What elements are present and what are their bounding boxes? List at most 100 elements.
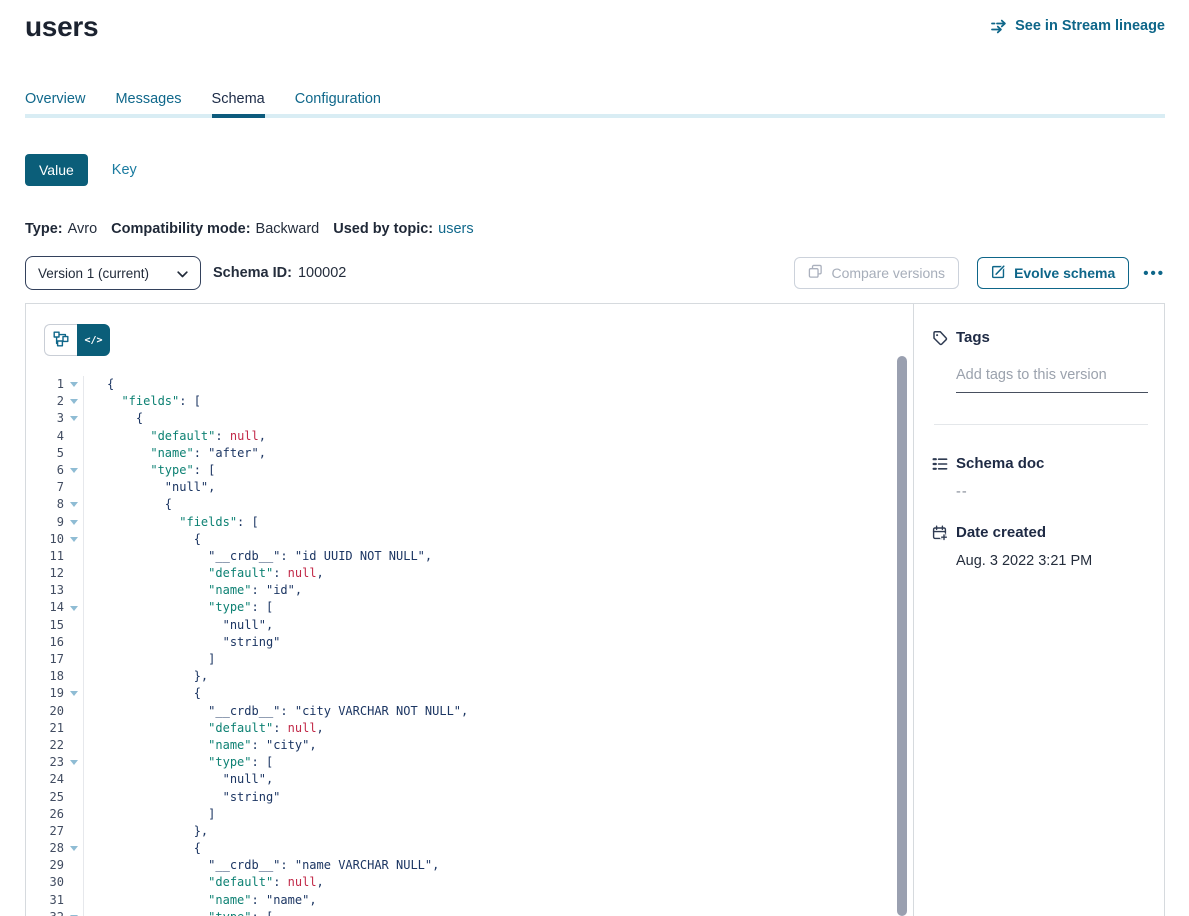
tags-title: Tags	[956, 329, 990, 346]
stream-lineage-label: See in Stream lineage	[1015, 18, 1165, 34]
editor-code: { "fields": [ { "default": null, "name":…	[84, 376, 913, 916]
schema-doc-heading: Schema doc	[932, 455, 1148, 472]
fold-toggle-icon[interactable]	[70, 382, 78, 387]
schema-doc-value: --	[956, 484, 1148, 500]
line-number: 28	[26, 840, 64, 857]
compare-versions-icon	[808, 264, 823, 282]
fold-toggle-icon[interactable]	[70, 468, 78, 473]
code-line: {	[107, 685, 913, 702]
line-number: 22	[26, 737, 64, 754]
code-line: {	[107, 376, 913, 393]
line-number: 27	[26, 823, 64, 840]
stream-lineage-link[interactable]: See in Stream lineage	[990, 18, 1165, 34]
tabs: Overview Messages Schema Configuration	[25, 91, 1165, 118]
code-line: "null",	[107, 771, 913, 788]
fold-toggle-icon[interactable]	[70, 846, 78, 851]
line-number: 18	[26, 668, 64, 685]
evolve-schema-button[interactable]: Evolve schema	[977, 257, 1129, 289]
code-view-icon: </>	[84, 335, 102, 346]
code-line: "default": null,	[107, 874, 913, 891]
code-line: "type": [	[107, 754, 913, 771]
line-number: 21	[26, 720, 64, 737]
line-number: 32	[26, 909, 64, 916]
version-select-value: Version 1 (current)	[38, 266, 149, 281]
value-toggle-button[interactable]: Value	[25, 154, 88, 186]
code-line: "name": "name",	[107, 892, 913, 909]
version-select[interactable]: Version 1 (current)	[25, 256, 201, 290]
line-number: 24	[26, 771, 64, 788]
line-number: 9	[26, 514, 64, 531]
schema-id: Schema ID: 100002	[213, 265, 346, 281]
line-number: 15	[26, 617, 64, 634]
code-line: ]	[107, 806, 913, 823]
line-number: 31	[26, 892, 64, 909]
line-number: 1	[26, 376, 64, 393]
fold-toggle-icon[interactable]	[70, 416, 78, 421]
compatibility-label: Compatibility mode:	[111, 221, 250, 237]
code-line: "default": null,	[107, 720, 913, 737]
fold-toggle-icon[interactable]	[70, 399, 78, 404]
line-number: 11	[26, 548, 64, 565]
line-number: 8	[26, 496, 64, 513]
edit-icon	[991, 264, 1006, 282]
line-number: 20	[26, 703, 64, 720]
schema-sidebar: Tags Add tags to this version	[914, 304, 1164, 916]
code-line: {	[107, 840, 913, 857]
line-number: 2	[26, 393, 64, 410]
code-line: "string"	[107, 634, 913, 651]
fold-toggle-icon[interactable]	[70, 502, 78, 507]
code-line: {	[107, 410, 913, 427]
fold-toggle-icon[interactable]	[70, 537, 78, 542]
value-key-toggle: Value Key	[25, 154, 1165, 186]
tag-icon	[932, 330, 948, 346]
code-line: "string"	[107, 789, 913, 806]
code-line: "type": [	[107, 599, 913, 616]
page-title: users	[25, 10, 98, 43]
type-value: Avro	[68, 221, 98, 237]
code-line: "name": "city",	[107, 737, 913, 754]
code-line: "name": "after",	[107, 445, 913, 462]
more-options-button[interactable]: •••	[1143, 265, 1165, 282]
code-line: },	[107, 668, 913, 685]
editor-gutter: 1234567891011121314151617181920212223242…	[26, 376, 84, 916]
code-line: "__crdb__": "id UUID NOT NULL",	[107, 548, 913, 565]
chevron-down-icon	[177, 266, 188, 281]
tree-view-button[interactable]	[44, 324, 77, 356]
line-number: 16	[26, 634, 64, 651]
topic-link[interactable]: users	[438, 221, 473, 237]
line-number: 19	[26, 685, 64, 702]
page-header: users See in Stream lineage	[25, 0, 1165, 43]
schema-id-label: Schema ID:	[213, 265, 292, 281]
schema-code-panel: </> 123456789101112131415161718192021222…	[26, 304, 914, 916]
tab-overview[interactable]: Overview	[25, 91, 85, 114]
line-number: 4	[26, 428, 64, 445]
tab-messages[interactable]: Messages	[115, 91, 181, 114]
schema-doc-title: Schema doc	[956, 455, 1044, 472]
code-line: ]	[107, 651, 913, 668]
line-number: 26	[26, 806, 64, 823]
list-icon	[932, 456, 948, 472]
line-number: 29	[26, 857, 64, 874]
schema-code-editor[interactable]: 1234567891011121314151617181920212223242…	[26, 376, 913, 916]
tags-heading: Tags	[932, 329, 1148, 346]
fold-toggle-icon[interactable]	[70, 691, 78, 696]
code-view-button[interactable]: </>	[77, 324, 110, 356]
fold-toggle-icon[interactable]	[70, 760, 78, 765]
tab-configuration[interactable]: Configuration	[295, 91, 381, 114]
code-line: "null",	[107, 617, 913, 634]
code-line: "__crdb__": "city VARCHAR NOT NULL",	[107, 703, 913, 720]
date-created-title: Date created	[956, 524, 1046, 541]
code-line: },	[107, 823, 913, 840]
key-toggle-button[interactable]: Key	[112, 162, 137, 178]
tags-input[interactable]: Add tags to this version	[956, 367, 1148, 393]
fold-toggle-icon[interactable]	[70, 520, 78, 525]
line-number: 7	[26, 479, 64, 496]
date-created-heading: Date created	[932, 524, 1148, 541]
code-line: "type": [	[107, 909, 913, 916]
tab-schema[interactable]: Schema	[212, 91, 265, 118]
sidebar-divider	[934, 424, 1148, 425]
editor-scrollbar[interactable]	[897, 356, 907, 916]
fold-toggle-icon[interactable]	[70, 606, 78, 611]
compare-versions-button[interactable]: Compare versions	[794, 257, 959, 289]
line-number: 30	[26, 874, 64, 891]
